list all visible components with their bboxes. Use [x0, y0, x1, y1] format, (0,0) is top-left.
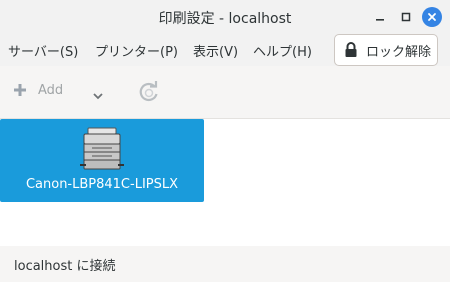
status-text: localhost に接続	[14, 259, 116, 274]
maximize-icon	[401, 12, 411, 22]
status-bar: localhost に接続	[0, 246, 450, 282]
menu-view[interactable]: 表示(V)	[193, 41, 238, 60]
unlock-button[interactable]: ロック解除	[334, 34, 438, 66]
chevron-down-icon	[93, 93, 103, 100]
printer-icon	[80, 127, 124, 170]
add-dropdown-button[interactable]	[92, 86, 104, 105]
add-button[interactable]: Add	[12, 82, 63, 98]
lock-icon	[345, 42, 357, 57]
printer-name: Canon-LBP841C-LIPSLX	[25, 177, 179, 192]
maximize-button[interactable]	[396, 7, 416, 27]
close-button[interactable]	[422, 7, 442, 27]
minimize-button[interactable]	[370, 7, 390, 27]
menu-printer[interactable]: プリンター(P)	[95, 41, 178, 60]
menu-server[interactable]: サーバー(S)	[8, 41, 78, 60]
menu-help[interactable]: ヘルプ(H)	[253, 41, 312, 60]
refresh-button[interactable]	[138, 81, 160, 107]
plus-icon	[14, 84, 26, 96]
title-bar: 印刷設定 - localhost	[0, 0, 450, 34]
minimize-icon	[376, 19, 384, 21]
add-label: Add	[38, 82, 64, 98]
unlock-label: ロック解除	[366, 44, 432, 60]
toolbar: Add	[0, 66, 450, 119]
refresh-icon	[139, 81, 158, 102]
close-icon	[428, 13, 436, 21]
printer-item[interactable]: Canon-LBP841C-LIPSLX	[0, 119, 204, 202]
